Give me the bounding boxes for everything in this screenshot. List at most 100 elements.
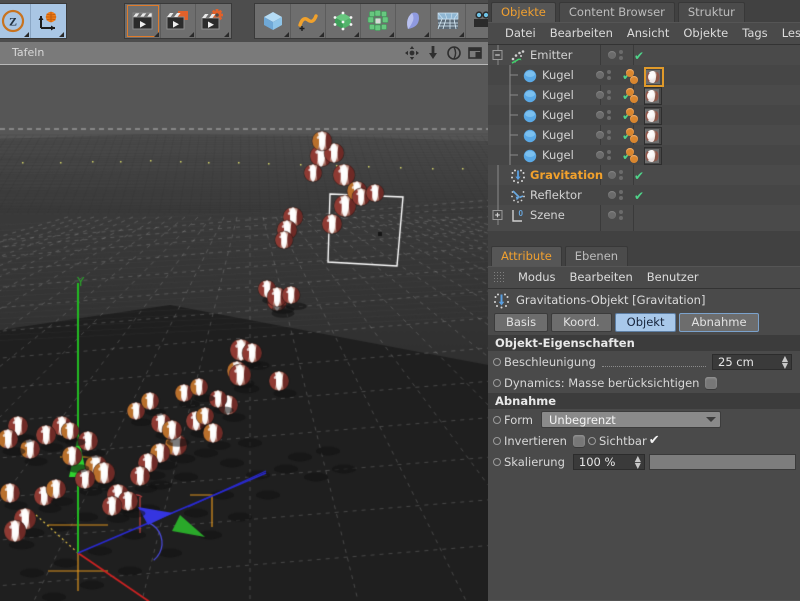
property-tab-koord[interactable]: Koord. xyxy=(551,313,612,332)
tab-ebenen[interactable]: Ebenen xyxy=(564,246,629,266)
spinner-icon[interactable]: ▲ ▼ xyxy=(782,354,788,369)
editor-visibility-dot[interactable] xyxy=(596,71,604,79)
object-row-reflektor-7[interactable]: Reflektor ✔ xyxy=(488,185,800,205)
render-visibility-dots[interactable] xyxy=(607,150,611,160)
render-visibility-dots[interactable] xyxy=(619,210,623,220)
editor-visibility-dot[interactable] xyxy=(596,111,604,119)
menu-item-modus[interactable]: Modus xyxy=(511,267,563,288)
maximize-view-icon[interactable] xyxy=(468,45,482,59)
editor-visibility-dot[interactable] xyxy=(608,211,616,219)
editor-visibility-dot[interactable] xyxy=(608,191,616,199)
visibility-dots[interactable] xyxy=(596,150,611,160)
visibility-dots[interactable] xyxy=(608,170,623,180)
primitive-cube-button[interactable] xyxy=(256,4,290,38)
menu-item-bearbeiten[interactable]: Bearbeiten xyxy=(543,23,620,44)
input-skalierung[interactable]: 100 % ▲ ▼ xyxy=(572,453,645,470)
material-tag-icon[interactable] xyxy=(644,107,662,125)
flyout-corner-icon[interactable] xyxy=(319,32,324,37)
menu-item-objekte[interactable]: Objekte xyxy=(676,23,735,44)
dolly-view-icon[interactable] xyxy=(426,45,440,59)
object-row-szene-8[interactable]: 0 Szene xyxy=(488,205,800,225)
object-row-kugel-4[interactable]: Kugel ✔ xyxy=(488,125,800,145)
material-tag-icon[interactable] xyxy=(644,87,662,105)
checkbox-invertieren[interactable] xyxy=(572,434,585,447)
select-form[interactable]: Unbegrenzt xyxy=(540,411,721,428)
object-row-kugel-1[interactable]: Kugel✔ xyxy=(488,65,800,87)
scene-floor-button[interactable] xyxy=(430,4,465,38)
flyout-corner-icon[interactable] xyxy=(424,32,429,37)
animate-track-icon[interactable] xyxy=(588,436,596,445)
menu-item-tags[interactable]: Tags xyxy=(735,23,774,44)
animate-track-icon[interactable] xyxy=(493,436,501,445)
dynamics-tag-icon[interactable] xyxy=(630,135,638,143)
visibility-dots[interactable] xyxy=(608,210,623,220)
flyout-corner-icon[interactable] xyxy=(284,32,289,37)
nurbs-button[interactable] xyxy=(395,4,430,38)
dynamics-tag-icon[interactable] xyxy=(630,95,638,103)
undo-button[interactable]: Z xyxy=(0,4,30,38)
input-beschleunigung[interactable]: 25 cm ▲ ▼ xyxy=(712,353,792,370)
property-tab-objekt[interactable]: Objekt xyxy=(614,313,677,332)
editor-visibility-dot[interactable] xyxy=(596,91,604,99)
material-tag-icon[interactable] xyxy=(644,147,662,165)
editor-visibility-dot[interactable] xyxy=(596,131,604,139)
checkbox-masse-beruecksichtigen[interactable] xyxy=(705,376,718,389)
visibility-dots[interactable] xyxy=(596,130,611,140)
flyout-corner-icon[interactable] xyxy=(189,32,194,37)
tab-attribute[interactable]: Attribute xyxy=(491,246,562,266)
flyout-corner-icon[interactable] xyxy=(389,32,394,37)
menu-item-ansicht[interactable]: Ansicht xyxy=(620,23,676,44)
dynamics-tag-icon[interactable] xyxy=(630,115,638,123)
menu-item-benutzer[interactable]: Benutzer xyxy=(640,267,706,288)
menu-item-datei[interactable]: Datei xyxy=(498,23,543,44)
enabled-check-icon[interactable]: ✔ xyxy=(634,190,644,202)
spinner-icon[interactable]: ▲ ▼ xyxy=(635,454,641,469)
render-region-button[interactable] xyxy=(160,4,195,38)
property-tab-basis[interactable]: Basis xyxy=(494,313,549,332)
menu-item-bearbeiten[interactable]: Bearbeiten xyxy=(563,267,640,288)
pan-view-icon[interactable] xyxy=(405,45,419,60)
menu-item-lese[interactable]: Lese xyxy=(775,23,800,44)
render-visibility-dots[interactable] xyxy=(619,170,623,180)
flyout-corner-icon[interactable] xyxy=(59,32,64,37)
tab-objekte[interactable]: Objekte xyxy=(491,2,556,22)
object-row-kugel-5[interactable]: Kugel ✔ xyxy=(488,145,800,165)
enabled-check-icon[interactable]: ✔ xyxy=(634,170,644,182)
tab-content-browser[interactable]: Content Browser xyxy=(558,2,675,22)
flyout-corner-icon[interactable] xyxy=(459,32,464,37)
deformer-button[interactable] xyxy=(360,4,395,38)
chevron-down-icon[interactable] xyxy=(705,417,716,422)
animate-track-icon[interactable] xyxy=(493,457,501,466)
visibility-dots[interactable] xyxy=(608,50,623,60)
flyout-corner-icon[interactable] xyxy=(354,32,359,37)
generator-button[interactable] xyxy=(325,4,360,38)
object-row-emitter-0[interactable]: Emitter ✔ xyxy=(488,45,800,65)
flyout-corner-icon[interactable] xyxy=(24,32,29,37)
spline-button[interactable] xyxy=(290,4,325,38)
render-visibility-dots[interactable] xyxy=(607,110,611,120)
render-visibility-dots[interactable] xyxy=(607,70,611,80)
coordinate-system-button[interactable] xyxy=(30,4,65,38)
editor-visibility-dot[interactable] xyxy=(608,171,616,179)
object-row-kugel-3[interactable]: Kugel ✔ xyxy=(488,105,800,125)
tab-struktur[interactable]: Struktur xyxy=(677,2,745,22)
material-tag-icon[interactable] xyxy=(644,67,664,87)
visibility-dots[interactable] xyxy=(596,90,611,100)
object-row-gravitation-6[interactable]: Gravitation ✔ xyxy=(488,165,800,185)
visibility-dots[interactable] xyxy=(596,70,611,80)
render-visibility-dots[interactable] xyxy=(619,190,623,200)
visibility-dots[interactable] xyxy=(596,110,611,120)
check-icon-sichtbar[interactable]: ✔ xyxy=(649,434,660,447)
flyout-corner-icon[interactable] xyxy=(154,32,159,37)
rotate-view-icon[interactable] xyxy=(447,45,461,60)
animate-track-icon[interactable] xyxy=(493,378,501,387)
animate-track-icon[interactable] xyxy=(493,415,501,424)
viewport-canvas[interactable] xyxy=(0,65,488,601)
render-settings-button[interactable] xyxy=(195,4,230,38)
slider-skalierung[interactable] xyxy=(648,453,796,470)
render-visibility-dots[interactable] xyxy=(607,130,611,140)
dynamics-tag-icon[interactable] xyxy=(630,76,638,84)
enabled-check-icon[interactable]: ✔ xyxy=(634,50,644,62)
render-view-button[interactable] xyxy=(126,4,160,38)
dynamics-tag-icon[interactable] xyxy=(630,155,638,163)
